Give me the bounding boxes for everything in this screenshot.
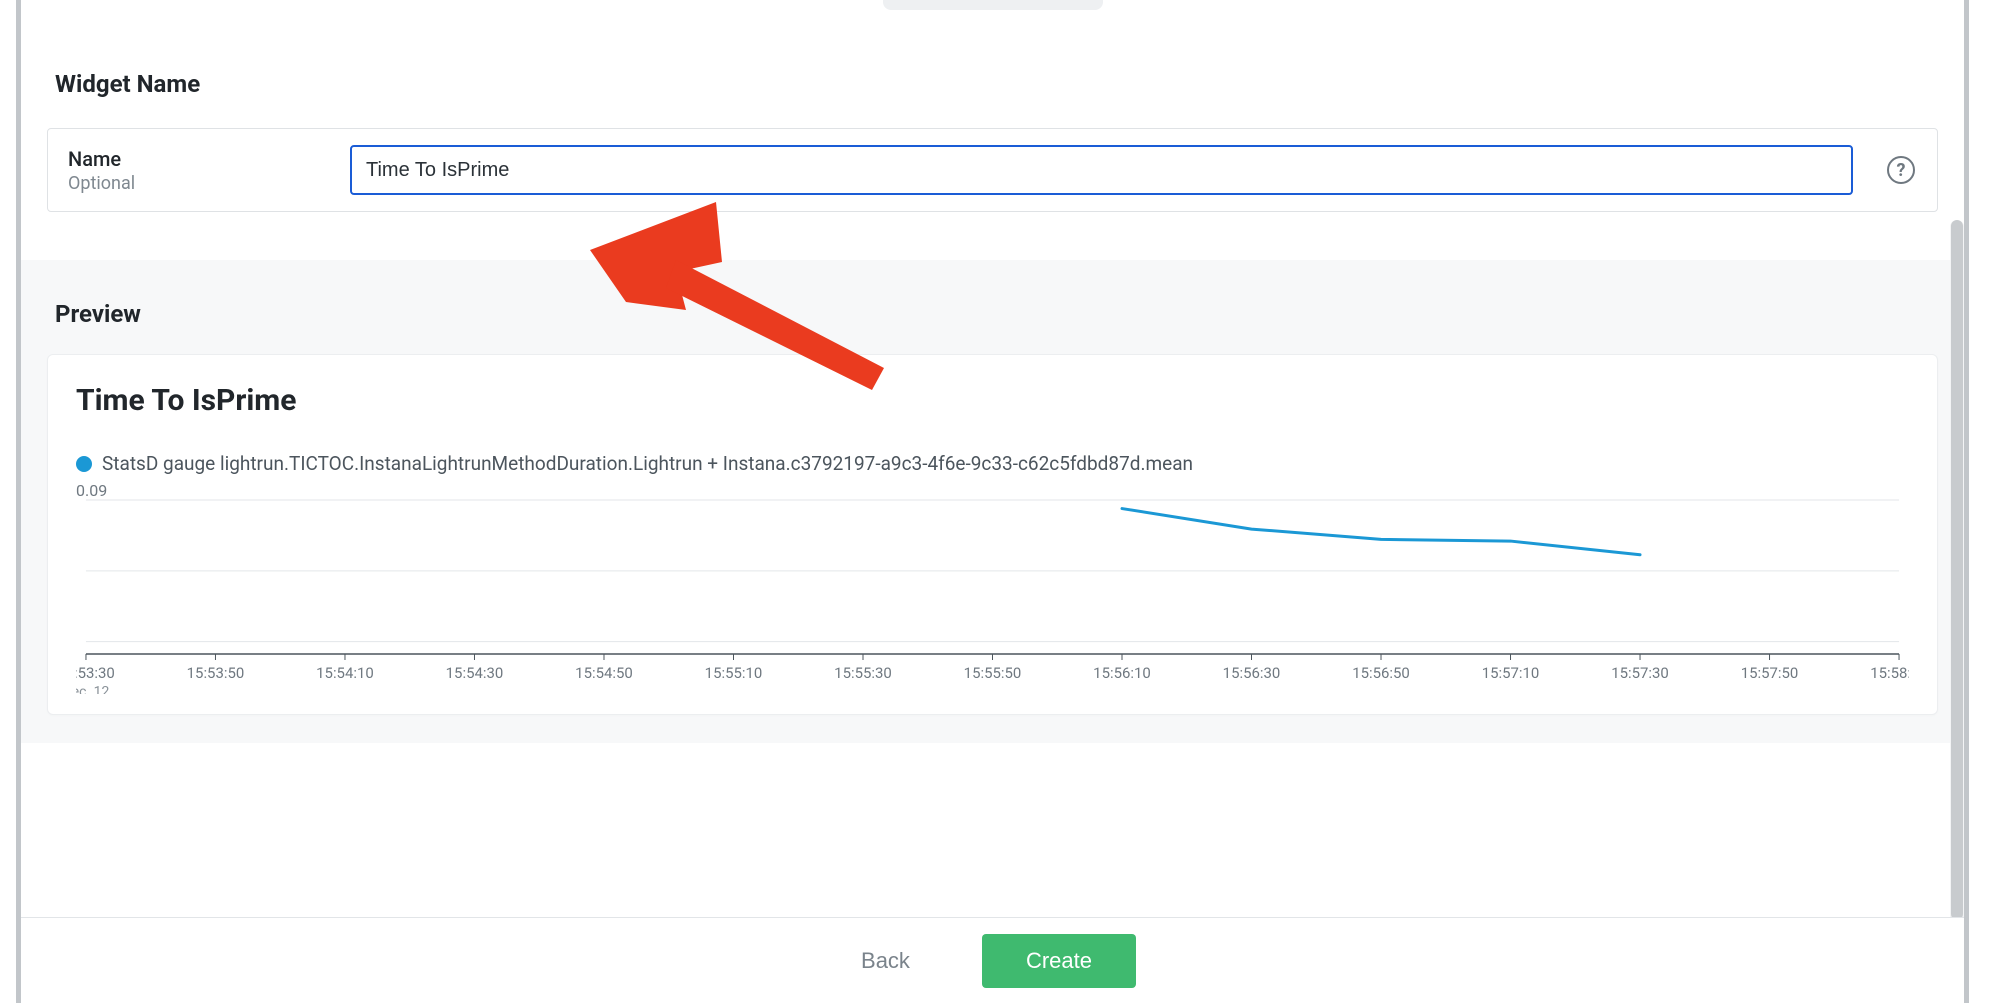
name-field-sublabel: Optional: [68, 173, 318, 194]
svg-text:15:56:30: 15:56:30: [1223, 664, 1281, 682]
scrollbar-thumb[interactable]: [1951, 220, 1963, 917]
chart-plot: 15:53:30 Dec. 12 15:53:50 15:54:10 15:54:30 1…: [76, 494, 1909, 694]
widget-name-input[interactable]: [350, 145, 1853, 195]
widget-name-section-title: Widget Name: [55, 70, 1964, 98]
legend-dot-icon: [76, 456, 92, 472]
svg-text:15:58:10: 15:58:10: [1870, 664, 1909, 682]
name-field-labels: Name Optional: [68, 147, 318, 194]
name-field-label: Name: [68, 147, 318, 171]
svg-text:15:55:50: 15:55:50: [964, 664, 1022, 682]
preview-section-title: Preview: [55, 300, 1938, 328]
legend-label: StatsD gauge lightrun.TICTOC.InstanaLigh…: [102, 452, 1193, 475]
svg-text:15:54:50: 15:54:50: [575, 664, 633, 682]
svg-text:15:56:10: 15:56:10: [1093, 664, 1151, 682]
svg-text:15:55:30: 15:55:30: [834, 664, 892, 682]
page-tab-indicator: [883, 0, 1103, 10]
help-icon[interactable]: ?: [1885, 154, 1917, 186]
legend-row: StatsD gauge lightrun.TICTOC.InstanaLigh…: [76, 452, 1909, 475]
svg-text:15:57:30: 15:57:30: [1611, 664, 1669, 682]
svg-text:15:54:30: 15:54:30: [446, 664, 504, 682]
widget-name-panel: Name Optional ?: [47, 128, 1938, 212]
scrollbar-track[interactable]: [1950, 220, 1964, 917]
svg-text:15:53:50: 15:53:50: [187, 664, 245, 682]
footer-bar: Back Create: [21, 917, 1964, 1003]
back-button[interactable]: Back: [849, 940, 922, 982]
svg-text:15:54:10: 15:54:10: [316, 664, 374, 682]
svg-text:Dec. 12: Dec. 12: [76, 684, 109, 694]
question-mark-circle-icon: ?: [1887, 156, 1915, 184]
svg-text:15:53:30: 15:53:30: [76, 664, 115, 682]
preview-card: Time To IsPrime StatsD gauge lightrun.TI…: [47, 354, 1938, 715]
create-button[interactable]: Create: [982, 934, 1136, 988]
svg-text:15:57:50: 15:57:50: [1741, 664, 1799, 682]
preview-section: Preview Time To IsPrime StatsD gauge lig…: [21, 260, 1964, 743]
svg-text:15:56:50: 15:56:50: [1352, 664, 1410, 682]
chart-title: Time To IsPrime: [76, 383, 1909, 418]
svg-text:15:57:10: 15:57:10: [1482, 664, 1540, 682]
svg-text:15:55:10: 15:55:10: [705, 664, 763, 682]
